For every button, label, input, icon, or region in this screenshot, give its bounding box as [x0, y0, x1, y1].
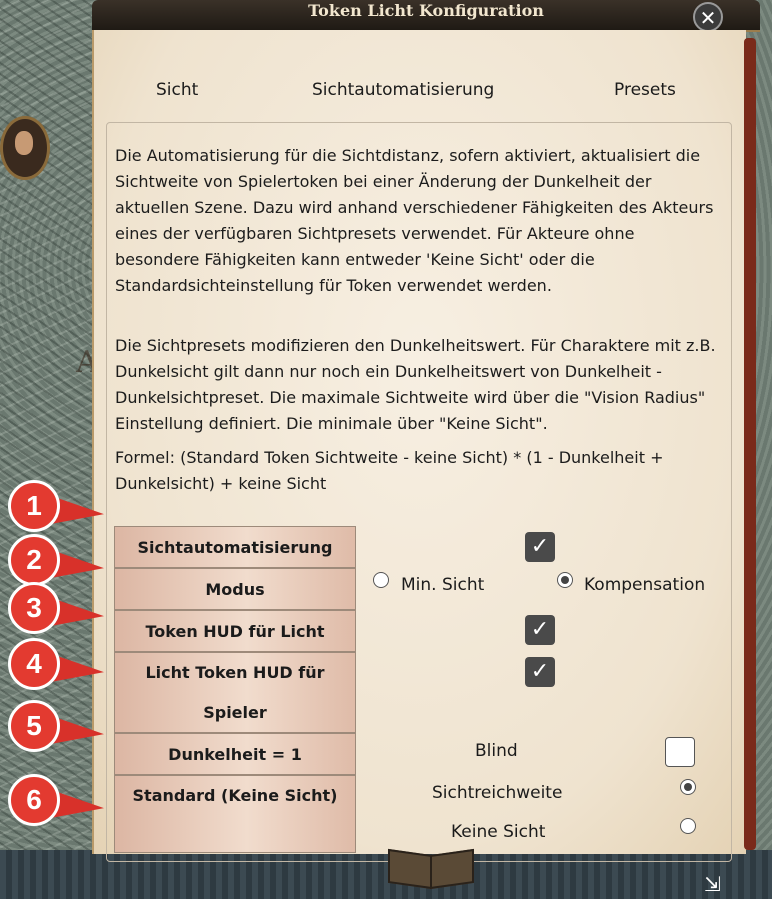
- marker-number: 5: [8, 700, 60, 752]
- tab-sichtautomatisierung[interactable]: Sichtautomatisierung: [312, 80, 494, 100]
- tab-bar: Sicht Sichtautomatisierung Presets: [94, 80, 744, 110]
- marker-4: 4: [0, 638, 104, 690]
- mode-option-kompensation: Kompensation: [584, 575, 706, 595]
- marker-number: 6: [8, 774, 60, 826]
- default-radio-sichtreichweite[interactable]: [680, 779, 696, 795]
- mode-radio-min-sicht[interactable]: [373, 572, 389, 588]
- default-option-keine-sicht: Keine Sicht: [451, 822, 546, 842]
- token-light-config-window: Token Licht Konfiguration ✕ Sicht Sichta…: [92, 0, 772, 890]
- token-avatar[interactable]: [0, 116, 50, 180]
- window-side-bar: [744, 38, 756, 850]
- marker-6: 6: [0, 774, 104, 826]
- window-titlebar[interactable]: Token Licht Konfiguration: [92, 0, 760, 32]
- player-hud-checkbox[interactable]: ✓: [525, 657, 555, 687]
- default-radio-keine-sicht[interactable]: [680, 818, 696, 834]
- mode-radio-kompensation[interactable]: [557, 572, 573, 588]
- window-content: Sicht Sichtautomatisierung Presets Die A…: [92, 30, 746, 862]
- description-paragraph-1: Die Automatisierung für die Sichtdistanz…: [115, 146, 714, 295]
- darkness-label: Dunkelheit = 1: [114, 733, 356, 775]
- mode-label: Modus: [114, 568, 356, 610]
- default-vision-label: Standard (Keine Sicht): [114, 775, 356, 853]
- formula-text: Formel: (Standard Token Sichtweite - kei…: [115, 448, 664, 493]
- token-hud-label: Token HUD für Licht: [114, 610, 356, 652]
- marker-number: 1: [8, 480, 60, 532]
- description-paragraph-2: Die Sichtpresets modifizieren den Dunkel…: [115, 336, 716, 433]
- automation-checkbox[interactable]: ✓: [525, 532, 555, 562]
- automation-panel: Die Automatisierung für die Sichtdistanz…: [106, 122, 732, 862]
- tab-sicht[interactable]: Sicht: [156, 80, 198, 100]
- marker-1: 1: [0, 480, 104, 532]
- marker-5: 5: [0, 700, 104, 752]
- marker-number: 3: [8, 582, 60, 634]
- marker-2: 2: [0, 534, 104, 586]
- marker-number: 2: [8, 534, 60, 586]
- default-option-sichtreichweite: Sichtreichweite: [432, 783, 563, 803]
- marker-3: 3: [0, 582, 104, 634]
- token-hud-checkbox[interactable]: ✓: [525, 615, 555, 645]
- book-icon: [384, 842, 476, 892]
- blind-option-label: Blind: [475, 741, 518, 761]
- close-button[interactable]: ✕: [693, 2, 723, 32]
- window-title: Token Licht Konfiguration: [308, 1, 544, 20]
- resize-handle-icon[interactable]: ⇲: [704, 872, 728, 896]
- marker-number: 4: [8, 638, 60, 690]
- player-hud-label: Licht Token HUD für Spieler: [114, 652, 356, 733]
- automation-label: Sichtautomatisierung: [114, 526, 356, 568]
- tab-presets[interactable]: Presets: [614, 80, 676, 100]
- mode-option-min-sicht: Min. Sicht: [401, 575, 485, 595]
- blind-checkbox[interactable]: [665, 737, 695, 767]
